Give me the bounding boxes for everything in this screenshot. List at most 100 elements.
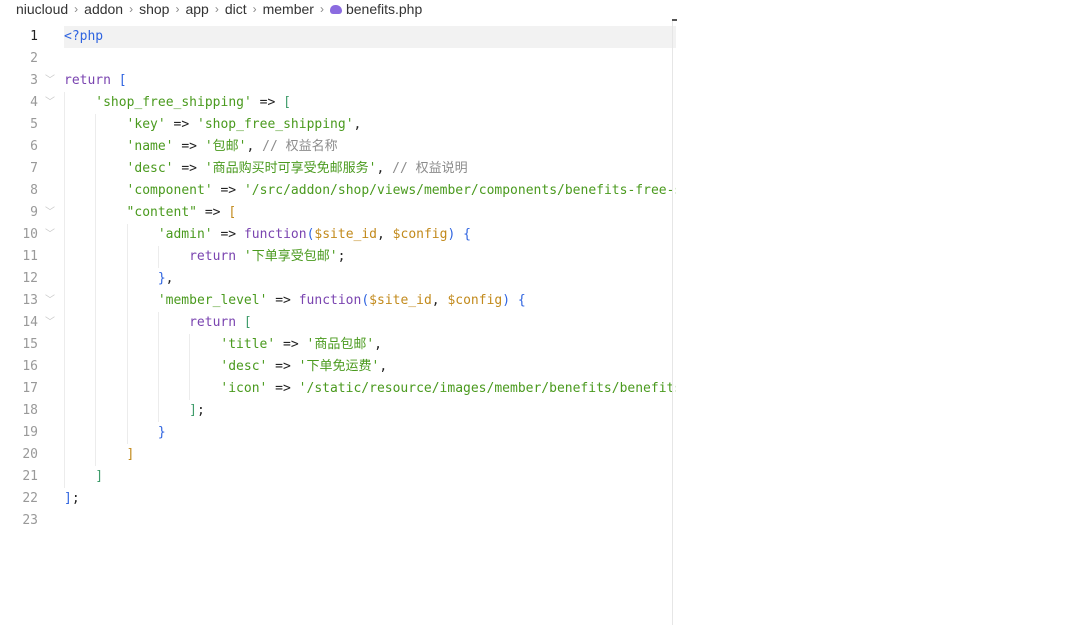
code-content bbox=[64, 510, 676, 532]
chevron-right-icon: › bbox=[129, 2, 134, 16]
line-number: 16 bbox=[22, 359, 38, 374]
indent-guide bbox=[64, 268, 65, 290]
fold-chevron-icon[interactable]: ﹀ bbox=[45, 312, 55, 334]
code-line[interactable]: 15 'title' => '商品包邮', bbox=[0, 334, 676, 356]
code-line[interactable]: 17 'icon' => '/static/resource/images/mem… bbox=[0, 378, 676, 400]
indent-guide bbox=[64, 356, 65, 378]
breadcrumb-item[interactable]: app bbox=[185, 1, 208, 17]
code-token: => bbox=[165, 117, 197, 132]
indent-guide bbox=[64, 92, 65, 114]
breadcrumb-file[interactable]: benefits.php bbox=[346, 1, 422, 17]
code-token: , bbox=[377, 227, 393, 242]
code-line[interactable]: 19} bbox=[0, 422, 676, 444]
code-line[interactable]: 5 'key' => 'shop_free_shipping', bbox=[0, 114, 676, 136]
code-line[interactable]: 9 ﹀ "content" => [ bbox=[0, 202, 676, 224]
code-line[interactable]: 6 'name' => '包邮', // 权益名称 bbox=[0, 136, 676, 158]
code-line[interactable]: 13 ﹀ 'member_level' => function($site_id, … bbox=[0, 290, 676, 312]
code-line[interactable]: 7 'desc' => '商品购买时可享受免邮服务', // 权益说明 bbox=[0, 158, 676, 180]
line-number: 4 bbox=[30, 95, 38, 110]
breadcrumb-item[interactable]: member bbox=[263, 1, 314, 17]
code-line[interactable]: 8 'component' => '/src/addon/shop/views/m… bbox=[0, 180, 676, 202]
indent-guide bbox=[157, 334, 159, 356]
breadcrumb-item[interactable]: addon bbox=[84, 1, 123, 17]
code-token: , bbox=[431, 293, 448, 308]
code-token: , bbox=[165, 271, 174, 286]
code-token: => bbox=[275, 337, 307, 352]
code-token: 'title' bbox=[220, 337, 276, 352]
line-number: 1 bbox=[30, 29, 38, 44]
code-line[interactable]: 23 bbox=[0, 510, 676, 532]
code-token: ; bbox=[71, 491, 80, 506]
code-token: function bbox=[298, 293, 362, 308]
indent-guide bbox=[157, 312, 159, 334]
breadcrumb-item[interactable]: dict bbox=[225, 1, 247, 17]
indent-guide bbox=[64, 334, 65, 356]
breadcrumb-item[interactable]: shop bbox=[139, 1, 169, 17]
indent-guide bbox=[126, 400, 128, 422]
code-line[interactable]: 21] bbox=[0, 466, 676, 488]
code-token: '商品包邮' bbox=[306, 337, 375, 352]
fold-chevron-icon[interactable]: ﹀ bbox=[45, 290, 55, 312]
indent-guide bbox=[126, 224, 128, 246]
code-content: return [ bbox=[64, 70, 676, 92]
code-editor[interactable]: 1 <?php 2 3 ﹀ return [4 ﹀'shop_free_shipping' … bbox=[0, 26, 676, 626]
code-token: "content" bbox=[126, 205, 197, 220]
line-number: 10 bbox=[22, 227, 38, 242]
indent-guide bbox=[64, 114, 65, 136]
code-line[interactable]: 16 'desc' => '下单免运费', bbox=[0, 356, 676, 378]
indent-guide bbox=[157, 400, 159, 422]
code-token: } bbox=[157, 271, 166, 286]
code-line[interactable]: 20] bbox=[0, 444, 676, 466]
fold-chevron-icon[interactable]: ﹀ bbox=[45, 70, 55, 92]
code-content: 'name' => '包邮', // 权益名称 bbox=[64, 136, 676, 158]
code-token: ( bbox=[361, 293, 370, 308]
code-token: '/static/resource/images/member/benefits… bbox=[298, 381, 676, 396]
code-line[interactable]: 11 return '下单享受包邮'; bbox=[0, 246, 676, 268]
code-token: // 权益名称 bbox=[262, 139, 338, 154]
code-content: return [ bbox=[64, 312, 676, 334]
indent-guide bbox=[64, 422, 65, 444]
indent-guide bbox=[126, 422, 128, 444]
chevron-right-icon: › bbox=[175, 2, 180, 16]
code-line[interactable]: 18]; bbox=[0, 400, 676, 422]
code-token: 'shop_free_shipping' bbox=[197, 117, 354, 132]
code-line[interactable]: 14 ﹀ return [ bbox=[0, 312, 676, 334]
indent-guide bbox=[95, 202, 97, 224]
indent-guide bbox=[95, 356, 97, 378]
fold-chevron-icon[interactable]: ﹀ bbox=[45, 92, 55, 114]
code-token: 'member_level' bbox=[157, 293, 268, 308]
indent-guide bbox=[95, 136, 97, 158]
fold-chevron-icon[interactable]: ﹀ bbox=[45, 224, 55, 246]
code-token: [ bbox=[118, 73, 127, 88]
indent-guide bbox=[64, 312, 65, 334]
indent-guide bbox=[126, 356, 128, 378]
code-token: => bbox=[173, 139, 205, 154]
line-number: 20 bbox=[22, 447, 38, 462]
indent-guide bbox=[126, 334, 128, 356]
code-line[interactable]: 4 ﹀ 'shop_free_shipping' => [ bbox=[0, 92, 676, 114]
code-line[interactable]: 10 ﹀ 'admin' => function($site_id, $config… bbox=[0, 224, 676, 246]
code-line[interactable]: 3 ﹀ return [ bbox=[0, 70, 676, 92]
code-token: ] bbox=[126, 447, 135, 462]
code-content: 'shop_free_shipping' => [ bbox=[64, 92, 676, 114]
code-line[interactable]: 2 bbox=[0, 48, 676, 70]
code-token: return bbox=[189, 315, 237, 330]
code-content: 'icon' => '/static/resource/images/membe… bbox=[64, 378, 676, 400]
fold-chevron-icon[interactable]: ﹀ bbox=[45, 202, 55, 224]
indent-guide bbox=[95, 246, 97, 268]
indent-guide bbox=[95, 444, 97, 466]
code-token: , bbox=[374, 337, 382, 352]
code-line[interactable]: 1 <?php bbox=[0, 26, 676, 48]
code-content: 'title' => '商品包邮', bbox=[64, 334, 676, 356]
code-token: '商品购买时可享受免邮服务' bbox=[204, 161, 377, 176]
indent-guide bbox=[95, 224, 97, 246]
line-number: 2 bbox=[30, 51, 38, 66]
breadcrumb-item[interactable]: niucloud bbox=[16, 1, 68, 17]
code-token: , bbox=[353, 117, 362, 132]
code-line[interactable]: 12}, bbox=[0, 268, 676, 290]
code-line[interactable]: 22]; bbox=[0, 488, 676, 510]
indent-guide bbox=[95, 422, 97, 444]
